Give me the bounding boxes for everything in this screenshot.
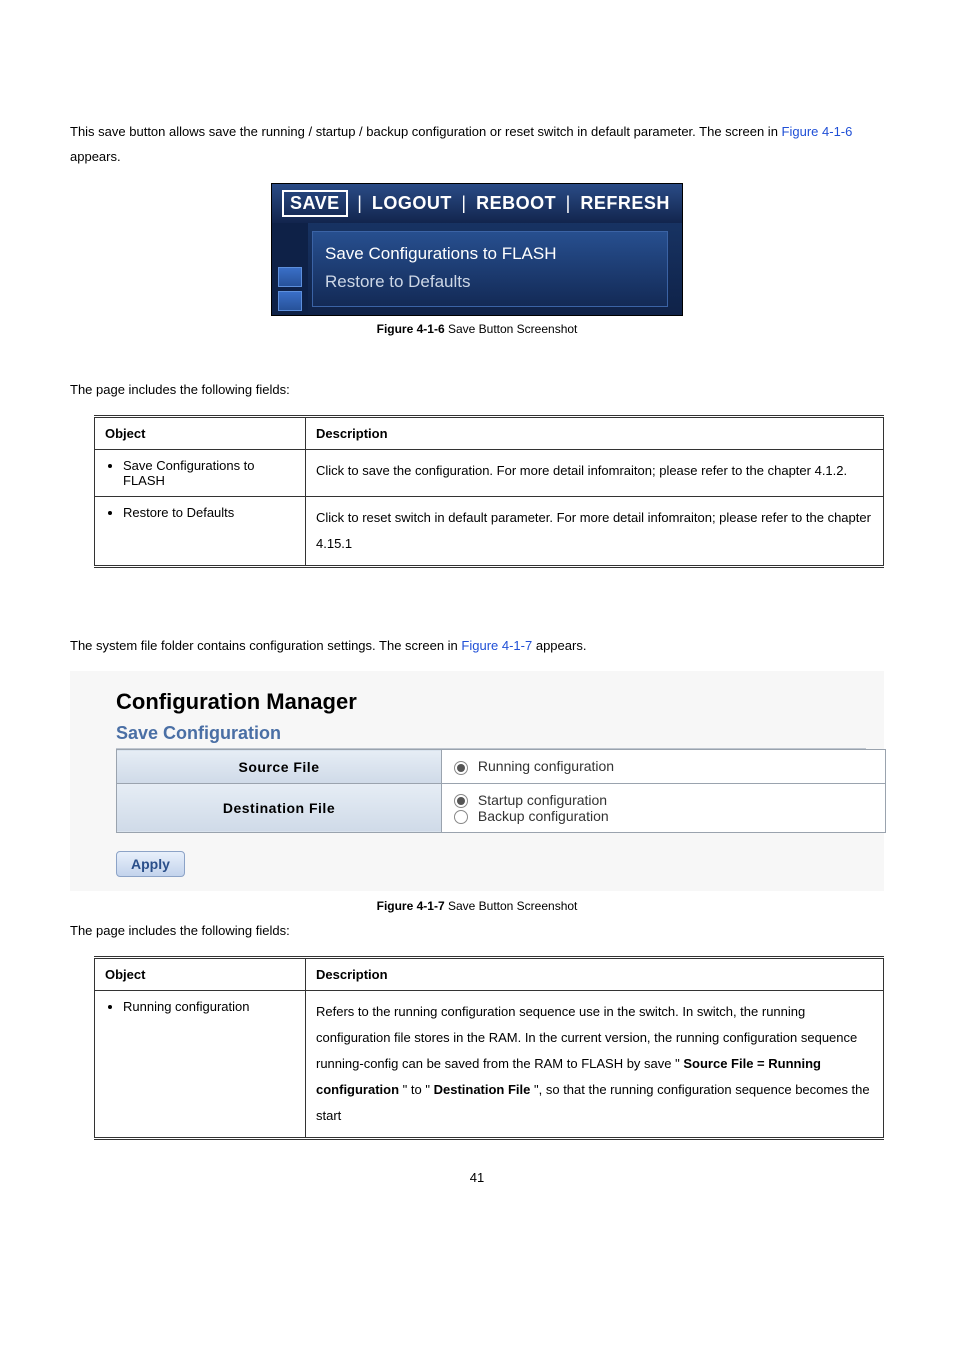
desc-running-configuration: Refers to the running configuration sequ… (306, 991, 884, 1139)
caption-text: Save Button Screenshot (445, 899, 578, 913)
screenshot-left-strip (272, 223, 308, 315)
object-running-configuration: Running configuration (123, 999, 295, 1014)
object-restore-defaults: Restore to Defaults (123, 505, 295, 520)
caption-prefix: Figure 4-1-6 (377, 322, 445, 336)
desc-bold2: Destination File (434, 1082, 531, 1097)
desc-part2: " to " (403, 1082, 430, 1097)
apply-button[interactable]: Apply (116, 851, 185, 877)
col-object-header: Object (95, 417, 306, 450)
save-configuration-table: Source File Running configuration Destin… (116, 749, 886, 833)
source-file-row: Source File Running configuration (117, 750, 886, 783)
refresh-button[interactable]: REFRESH (580, 193, 670, 213)
save-dropdown-menu: Save Configurations to FLASH Restore to … (312, 231, 668, 307)
section-412-text-after: appears. (536, 638, 587, 653)
fields-intro-line-2: The page includes the following fields: (70, 923, 884, 938)
radio-backup-configuration[interactable] (454, 810, 468, 824)
intro-text-before: This save button allows save the running… (70, 124, 782, 139)
intro-paragraph: This save button allows save the running… (70, 120, 884, 169)
page-number: 41 (70, 1170, 884, 1185)
radio-label-startup-configuration: Startup configuration (478, 792, 607, 808)
configuration-manager-screenshot: Configuration Manager Save Configuration… (70, 671, 884, 891)
save-configuration-subtitle: Save Configuration (116, 723, 866, 749)
menu-save-config-to-flash[interactable]: Save Configurations to FLASH (325, 240, 655, 268)
menu-restore-to-defaults[interactable]: Restore to Defaults (325, 268, 655, 296)
topbar-separator: | (562, 193, 575, 214)
topbar-separator: | (353, 193, 366, 214)
table-row: Save Configurations to FLASH Click to sa… (95, 450, 884, 497)
config-manager-title: Configuration Manager (116, 689, 866, 715)
topbar-separator: | (457, 193, 470, 214)
col-description-header: Description (306, 958, 884, 991)
intro-text-after: appears. (70, 149, 121, 164)
figure-caption-4-1-6: Figure 4-1-6 Save Button Screenshot (70, 322, 884, 336)
object-save-config-flash: Save Configurations to FLASH (123, 458, 295, 488)
save-button-screenshot: SAVE | LOGOUT | REBOOT | REFRESH Save Co… (271, 183, 683, 316)
radio-label-running-configuration: Running configuration (478, 758, 614, 774)
tree-node-icon (278, 267, 302, 287)
save-button[interactable]: SAVE (282, 190, 348, 217)
section-412-text-before: The system file folder contains configur… (70, 638, 461, 653)
fields-intro-line: The page includes the following fields: (70, 382, 884, 397)
caption-text: Save Button Screenshot (445, 322, 578, 336)
section-412-paragraph: The system file folder contains configur… (70, 638, 884, 653)
radio-running-configuration[interactable] (454, 761, 468, 775)
table-row: Running configuration Refers to the runn… (95, 991, 884, 1139)
figure-reference-4-1-7: Figure 4-1-7 (461, 638, 532, 653)
figure-caption-4-1-7: Figure 4-1-7 Save Button Screenshot (70, 899, 884, 913)
desc-save-config-flash: Click to save the configuration. For mor… (306, 450, 884, 497)
destination-file-row: Destination File Startup configuration B… (117, 783, 886, 833)
table-row: Restore to Defaults Click to reset switc… (95, 497, 884, 567)
reboot-button[interactable]: REBOOT (476, 193, 556, 213)
figure-reference-4-1-6: Figure 4-1-6 (782, 124, 853, 139)
destination-file-label: Destination File (117, 783, 442, 833)
fields-table-1: Object Description Save Configurations t… (94, 415, 884, 568)
radio-label-backup-configuration: Backup configuration (478, 808, 609, 824)
logout-button[interactable]: LOGOUT (372, 193, 452, 213)
fields-table-2: Object Description Running configuration… (94, 956, 884, 1140)
source-file-label: Source File (117, 750, 442, 783)
desc-restore-defaults: Click to reset switch in default paramet… (306, 497, 884, 567)
col-object-header: Object (95, 958, 306, 991)
caption-prefix: Figure 4-1-7 (377, 899, 445, 913)
col-description-header: Description (306, 417, 884, 450)
desc-part3: ", so that the running configuration seq… (316, 1082, 870, 1123)
tree-node-icon (278, 291, 302, 311)
radio-startup-configuration[interactable] (454, 794, 468, 808)
screenshot-topbar: SAVE | LOGOUT | REBOOT | REFRESH (272, 184, 682, 223)
